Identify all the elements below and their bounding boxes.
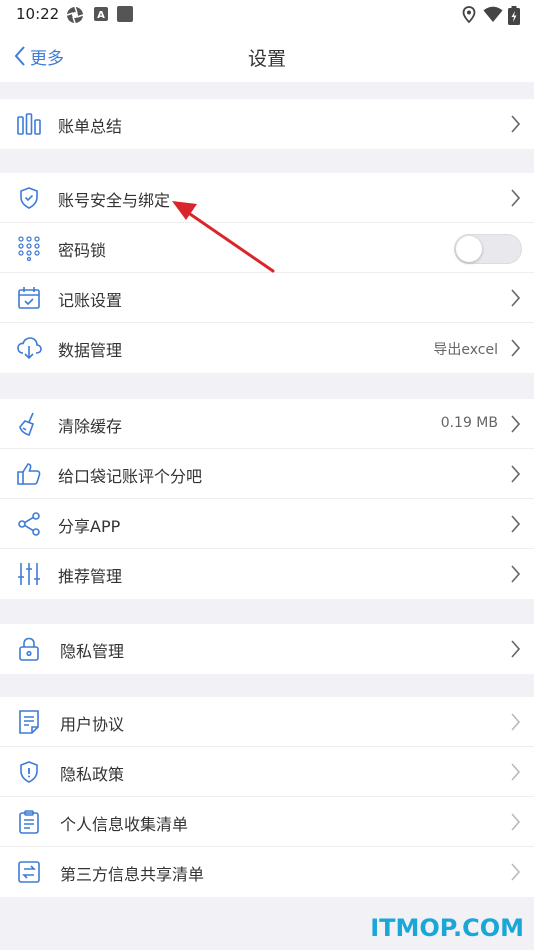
row-label: 密码锁 (58, 241, 107, 260)
wifi-icon (483, 6, 503, 22)
settings-group-summary: 账单总结 (0, 99, 534, 149)
chart-bars-icon (17, 113, 41, 135)
page-title: 设置 (247, 48, 286, 70)
settings-group-account: 账号安全与绑定 密码锁 记账设置 数据管理 导出excel (0, 173, 534, 373)
chevron-right-icon (511, 640, 520, 658)
chevron-right-icon (511, 713, 520, 731)
row-label: 记账设置 (58, 291, 123, 310)
settings-row-third-party-sharing[interactable]: 第三方信息共享清单 (0, 847, 534, 897)
cloud-download-icon (17, 337, 42, 360)
location-icon (462, 6, 476, 24)
chevron-right-icon (511, 515, 520, 533)
chevron-right-icon (511, 465, 520, 483)
status-time: 10:22 (16, 5, 60, 23)
row-label: 第三方信息共享清单 (60, 865, 205, 884)
settings-row-personal-info-list[interactable]: 个人信息收集清单 (0, 797, 534, 847)
document-icon (19, 710, 39, 734)
chevron-right-icon (511, 813, 520, 831)
settings-row-rate-app[interactable]: 给口袋记账评个分吧 (0, 449, 534, 499)
chevron-right-icon (511, 189, 520, 207)
row-label: 账号安全与绑定 (58, 191, 171, 210)
shield-info-icon (20, 761, 38, 783)
sliders-icon (18, 563, 40, 585)
share-icon (18, 512, 40, 536)
settings-row-password-lock[interactable]: 密码锁 (0, 223, 534, 273)
row-label: 用户协议 (60, 715, 125, 734)
lock-icon (19, 637, 39, 661)
row-label: 账单总结 (58, 117, 123, 136)
navigation-bar: 更多 设置 (0, 30, 534, 82)
chevron-right-icon (511, 339, 520, 357)
calendar-check-icon (18, 287, 40, 309)
row-label: 数据管理 (58, 341, 123, 360)
chevron-right-icon (511, 415, 520, 433)
keypad-dots-icon (18, 236, 40, 261)
chevron-right-icon (511, 863, 520, 881)
settings-row-account-security[interactable]: 账号安全与绑定 (0, 173, 534, 223)
settings-row-clear-cache[interactable]: 清除缓存 0.19 MB (0, 399, 534, 449)
clipboard-icon (19, 810, 39, 834)
settings-group-privacy: 隐私管理 (0, 624, 534, 674)
status-bar: 10:22 A (0, 0, 534, 30)
settings-group-legal: 用户协议 隐私政策 个人信息收集清单 第三方信息共享清单 (0, 697, 534, 897)
chevron-right-icon (511, 289, 520, 307)
aperture-icon (66, 6, 84, 24)
settings-row-data-management[interactable]: 数据管理 导出excel (0, 323, 534, 373)
row-label: 隐私管理 (60, 642, 125, 661)
settings-row-user-agreement[interactable]: 用户协议 (0, 697, 534, 747)
svg-text:A: A (97, 10, 105, 21)
row-label: 分享APP (58, 517, 121, 536)
row-value: 导出excel (433, 342, 498, 358)
thumbs-up-icon (17, 463, 41, 485)
broom-icon (19, 412, 35, 436)
settings-group-app: 清除缓存 0.19 MB 给口袋记账评个分吧 分享APP 推荐管理 (0, 399, 534, 599)
settings-row-recommendations[interactable]: 推荐管理 (0, 549, 534, 599)
keyboard-a-icon: A (94, 7, 108, 21)
settings-row-share-app[interactable]: 分享APP (0, 499, 534, 549)
exchange-icon (18, 861, 40, 883)
password-lock-toggle[interactable] (454, 234, 522, 264)
chevron-right-icon (511, 115, 520, 133)
settings-row-bill-summary[interactable]: 账单总结 (0, 99, 534, 149)
watermark: ITMOP.COM (370, 914, 524, 942)
row-label: 隐私政策 (60, 765, 125, 784)
row-label: 给口袋记账评个分吧 (58, 467, 203, 486)
row-label: 推荐管理 (58, 567, 123, 586)
row-value: 0.19 MB (440, 415, 498, 431)
settings-row-privacy-policy[interactable]: 隐私政策 (0, 747, 534, 797)
settings-row-bookkeeping[interactable]: 记账设置 (0, 273, 534, 323)
settings-row-privacy-management[interactable]: 隐私管理 (0, 624, 534, 674)
row-label: 个人信息收集清单 (60, 815, 189, 834)
row-label: 清除缓存 (58, 417, 123, 436)
chevron-right-icon (511, 565, 520, 583)
chevron-right-icon (511, 763, 520, 781)
shield-check-icon (20, 187, 38, 209)
battery-charging-icon (508, 6, 520, 25)
square-icon (117, 6, 133, 22)
toggle-knob (456, 236, 482, 262)
